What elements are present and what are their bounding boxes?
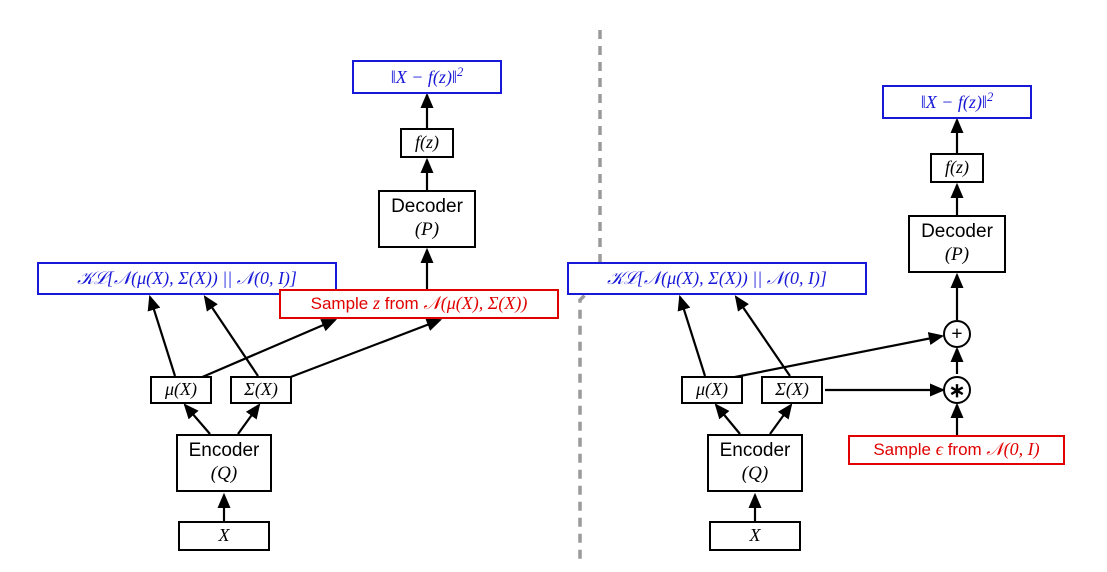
right-mu: μ(X) [681,376,743,404]
left-mu: μ(X) [150,376,212,404]
left-encoder: Encoder (Q) [176,434,272,492]
encoder-l1: Encoder [720,440,791,461]
left-sample-z: Sample z from 𝒩(μ(X), Σ(X)) [279,289,559,319]
left-decoder: Decoder (P) [378,190,476,248]
times-node: ∗ [943,376,971,404]
plus-symbol: + [951,323,962,346]
right-loss: ‖X − f(z)‖2 [882,85,1032,119]
sigma-label: Σ(X) [244,379,278,401]
right-input-x: X [709,521,801,551]
encoder-l1: Encoder [189,440,260,461]
fz-label: f(z) [945,157,969,179]
decoder-l1: Decoder [391,196,463,217]
kl-label: 𝒦ℒ[𝒩(μ(X), Σ(X)) || 𝒩(0, I)] [607,268,827,290]
right-sample-eps: Sample ϵ from 𝒩(0, I) [848,435,1065,465]
sample-var: ϵ [936,439,943,459]
sample-mid: from [380,294,423,313]
sample-prefix: Sample [873,440,935,459]
right-sigma: Σ(X) [761,376,823,404]
right-fz: f(z) [930,153,984,183]
decoder-l2: (P) [415,219,439,240]
decoder-l1: Decoder [921,221,993,242]
x-label: X [750,525,761,547]
sample-dist: 𝒩(μ(X), Σ(X)) [423,293,527,313]
kl-label: 𝒦ℒ[𝒩(μ(X), Σ(X)) || 𝒩(0, I)] [77,268,297,290]
left-loss: ‖X − f(z)‖2 [352,60,502,94]
mu-label: μ(X) [165,379,197,401]
times-symbol: ∗ [949,378,966,403]
sample-dist: 𝒩(0, I) [986,439,1039,459]
plus-node: + [943,320,971,348]
left-sigma: Σ(X) [230,376,292,404]
sample-mid: from [943,440,986,459]
sigma-label: Σ(X) [775,379,809,401]
mu-label: μ(X) [696,379,728,401]
x-label: X [219,525,230,547]
encoder-l2: (Q) [211,463,237,484]
sample-var: z [373,293,380,313]
right-encoder: Encoder (Q) [707,434,803,492]
decoder-l2: (P) [945,244,969,265]
fz-label: f(z) [415,132,439,154]
left-fz: f(z) [400,128,454,158]
left-input-x: X [178,521,270,551]
sample-prefix: Sample [311,294,373,313]
encoder-l2: (Q) [742,463,768,484]
right-decoder: Decoder (P) [908,215,1006,273]
right-kl-box: 𝒦ℒ[𝒩(μ(X), Σ(X)) || 𝒩(0, I)] [567,262,867,295]
